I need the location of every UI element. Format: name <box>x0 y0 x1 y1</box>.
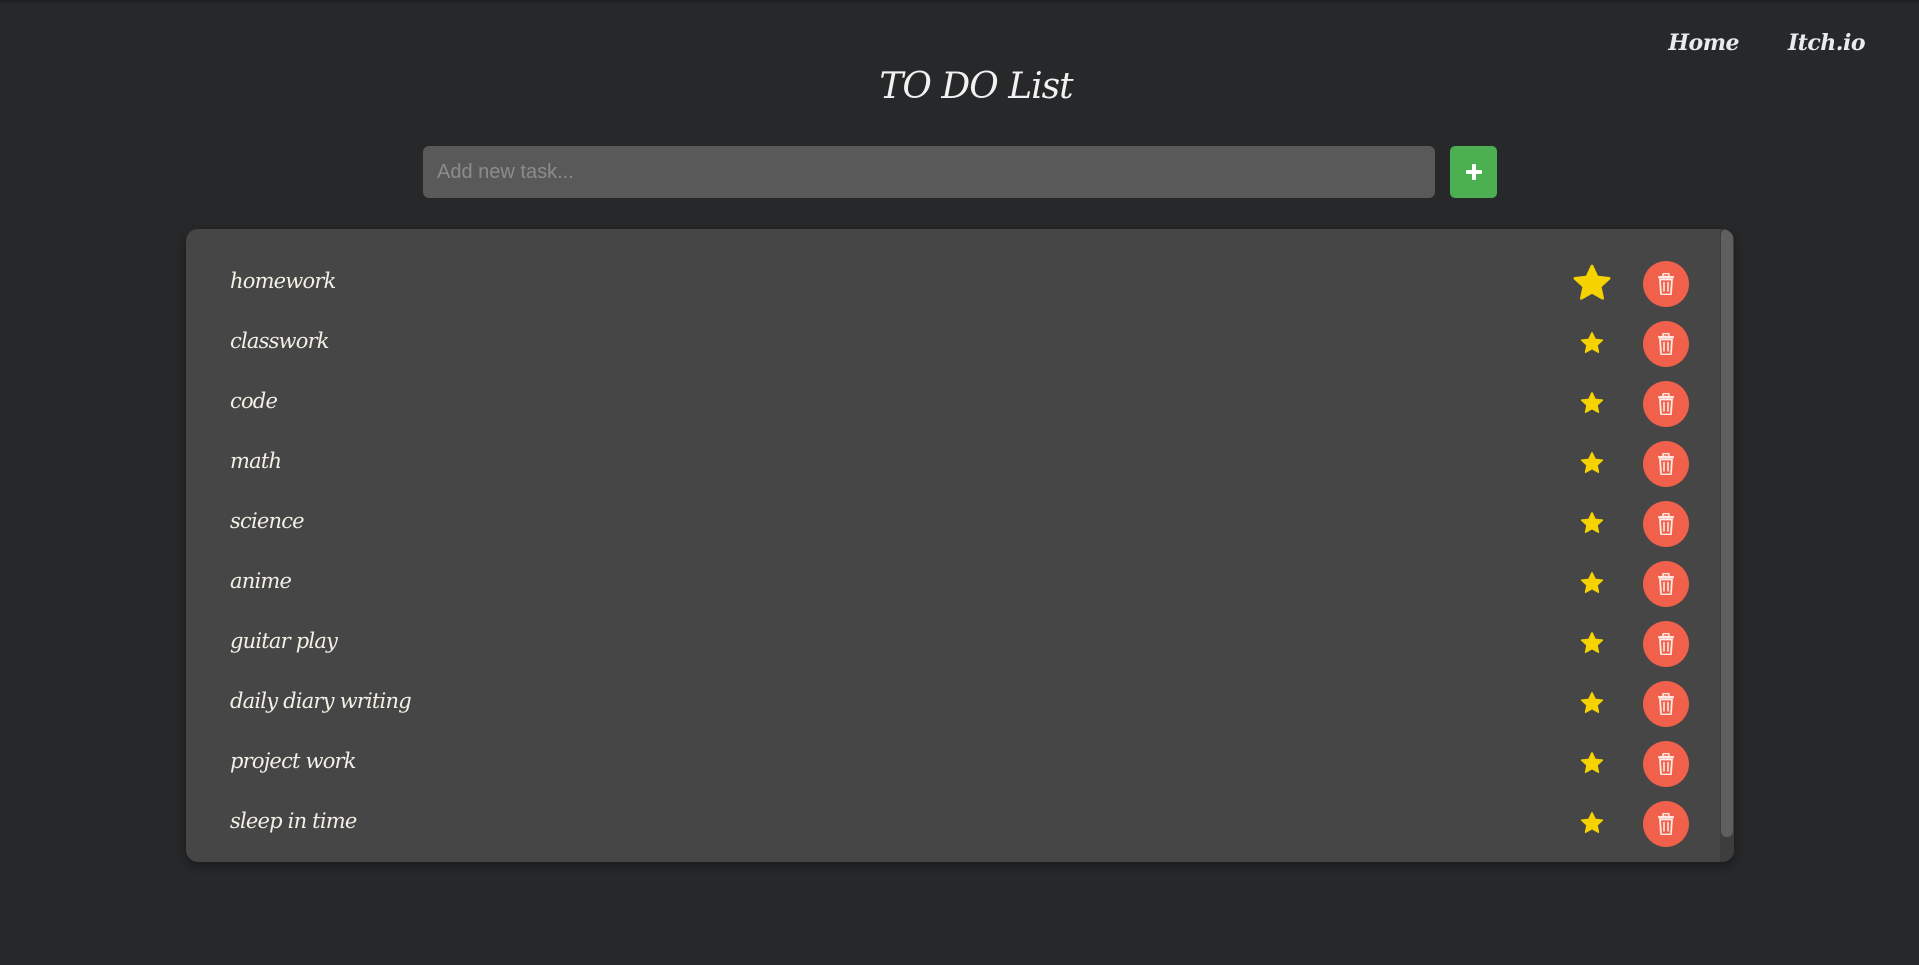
delete-task-button[interactable] <box>1643 621 1689 667</box>
task-item: classwork <box>186 319 1720 379</box>
star-icon <box>1580 632 1604 653</box>
task-label: math <box>230 449 282 473</box>
delete-task-button[interactable] <box>1643 441 1689 487</box>
delete-task-button[interactable] <box>1643 381 1689 427</box>
star-icon <box>1580 392 1604 413</box>
delete-task-button[interactable] <box>1643 501 1689 547</box>
task-item: anime <box>186 559 1720 619</box>
delete-task-button[interactable] <box>1643 801 1689 847</box>
star-button[interactable] <box>1564 619 1620 667</box>
star-icon <box>1573 264 1611 300</box>
star-icon <box>1580 511 1604 533</box>
task-item: guitar play <box>186 619 1720 679</box>
trash-icon <box>1658 273 1674 295</box>
task-label: anime <box>230 569 292 593</box>
trash-icon <box>1658 753 1674 775</box>
star-button[interactable] <box>1564 379 1620 427</box>
task-item: code <box>186 379 1720 439</box>
star-icon <box>1580 332 1604 353</box>
task-label: sleep in time <box>230 809 357 833</box>
nav-link-itch-io[interactable]: Itch.io <box>1788 30 1866 56</box>
star-button[interactable] <box>1564 259 1620 307</box>
scrollbar[interactable] <box>1720 229 1734 862</box>
star-icon <box>1580 452 1604 473</box>
star-icon <box>1580 692 1604 713</box>
star-button[interactable] <box>1564 439 1620 487</box>
star-button[interactable] <box>1564 319 1620 367</box>
trash-icon <box>1658 453 1674 475</box>
star-icon <box>1580 572 1604 593</box>
star-icon <box>1580 752 1604 773</box>
star-button[interactable] <box>1564 679 1620 727</box>
add-task-button[interactable] <box>1450 146 1497 198</box>
star-button[interactable] <box>1564 799 1620 847</box>
task-label: classwork <box>230 329 330 353</box>
star-button[interactable] <box>1564 559 1620 607</box>
trash-icon <box>1658 333 1674 355</box>
task-label: homework <box>230 269 336 293</box>
task-item: homework <box>186 259 1720 319</box>
task-label: science <box>230 509 305 533</box>
task-item: sleep in time <box>186 799 1720 859</box>
star-button[interactable] <box>1564 499 1620 547</box>
task-item: project work <box>186 739 1720 799</box>
task-label: guitar play <box>230 629 338 653</box>
page-title: TO DO List <box>879 66 1073 107</box>
trash-icon <box>1658 813 1674 835</box>
scrollbar-thumb[interactable] <box>1721 229 1733 837</box>
task-label: project work <box>230 749 357 773</box>
trash-icon <box>1658 513 1674 535</box>
add-task-row <box>423 146 1497 198</box>
trash-icon <box>1658 573 1674 595</box>
task-item: science <box>186 499 1720 559</box>
star-icon <box>1580 812 1604 833</box>
delete-task-button[interactable] <box>1643 261 1689 307</box>
task-item: math <box>186 439 1720 499</box>
delete-task-button[interactable] <box>1643 321 1689 367</box>
delete-task-button[interactable] <box>1643 681 1689 727</box>
task-label: daily diary writing <box>230 689 412 713</box>
plus-icon <box>1465 164 1482 180</box>
new-task-input[interactable] <box>423 146 1435 198</box>
top-border <box>0 0 1919 3</box>
task-list: homework classwork code math science anime gui… <box>186 229 1720 859</box>
nav-link-home[interactable]: Home <box>1668 30 1739 56</box>
trash-icon <box>1658 633 1674 655</box>
task-list-panel: homework classwork code math science anime gui… <box>186 229 1734 862</box>
delete-task-button[interactable] <box>1643 561 1689 607</box>
task-item: daily diary writing <box>186 679 1720 739</box>
star-button[interactable] <box>1564 739 1620 787</box>
trash-icon <box>1658 393 1674 415</box>
trash-icon <box>1658 693 1674 715</box>
delete-task-button[interactable] <box>1643 741 1689 787</box>
task-label: code <box>230 389 278 413</box>
